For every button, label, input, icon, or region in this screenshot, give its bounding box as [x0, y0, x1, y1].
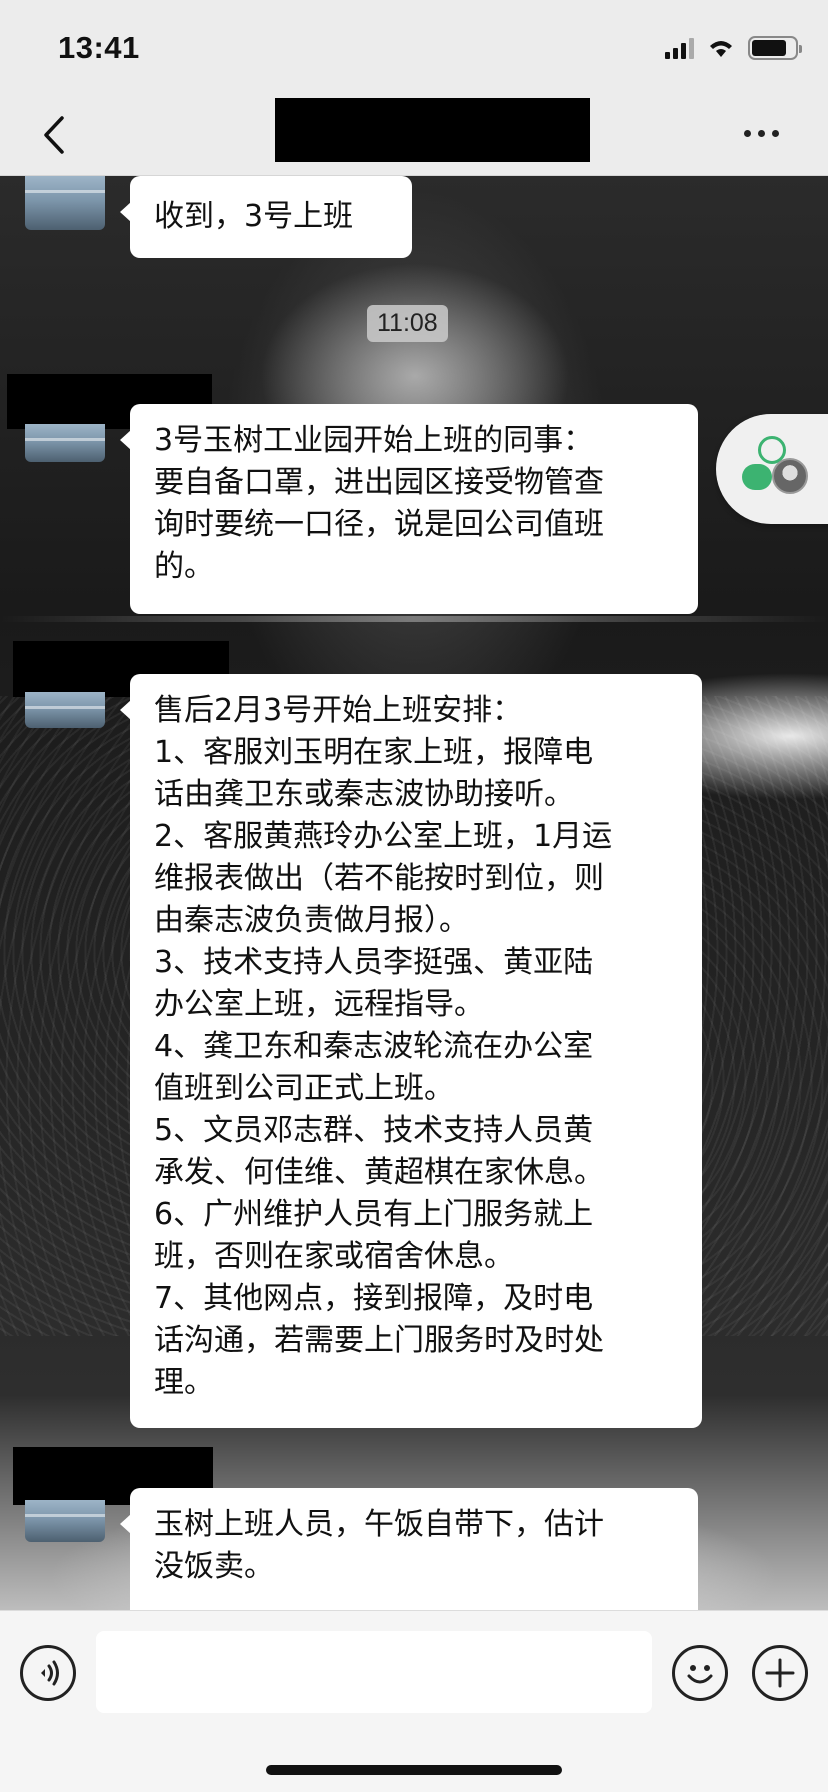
avatar[interactable] — [25, 1500, 105, 1542]
avatar[interactable] — [25, 692, 105, 728]
message-bubble[interactable]: 3号玉树工业园开始上班的同事： 要自备口罩，进出园区接受物管查 询时要统一口径，… — [120, 404, 698, 614]
chat-header — [0, 96, 828, 176]
signal-icon — [665, 37, 694, 59]
avatar[interactable] — [25, 424, 105, 462]
chat-title-redacted — [275, 98, 590, 162]
voice-icon[interactable] — [20, 1645, 76, 1701]
message-bubble[interactable]: 售后2月3号开始上班安排： 1、客服刘玉明在家上班，报障电 话由龚卫东或秦志波协… — [120, 674, 702, 1428]
message-bubble[interactable]: 玉树上班人员，午饭自带下，估计 没饭卖。 — [120, 1488, 698, 1610]
message-timestamp: 11:08 — [367, 305, 448, 342]
battery-icon — [748, 36, 802, 60]
message-bubble[interactable]: 收到，3号上班 — [120, 176, 412, 258]
status-bar: 13:41 — [0, 0, 828, 96]
message-input[interactable] — [96, 1631, 652, 1713]
avatar-icon — [772, 458, 808, 494]
avatar[interactable] — [25, 176, 105, 230]
more-dots-icon[interactable] — [744, 118, 792, 148]
status-icons — [665, 36, 802, 60]
status-time: 13:41 — [58, 30, 140, 65]
wechat-bubble-icon — [742, 464, 772, 490]
wifi-icon — [710, 41, 732, 57]
chat-input-bar — [0, 1610, 828, 1792]
home-indicator — [266, 1765, 562, 1775]
floating-assistant-widget[interactable] — [716, 414, 828, 524]
plus-icon[interactable] — [752, 1645, 808, 1701]
emoji-icon[interactable] — [672, 1645, 728, 1701]
back-chevron-icon[interactable] — [36, 110, 76, 160]
background-stage-light — [0, 616, 828, 622]
